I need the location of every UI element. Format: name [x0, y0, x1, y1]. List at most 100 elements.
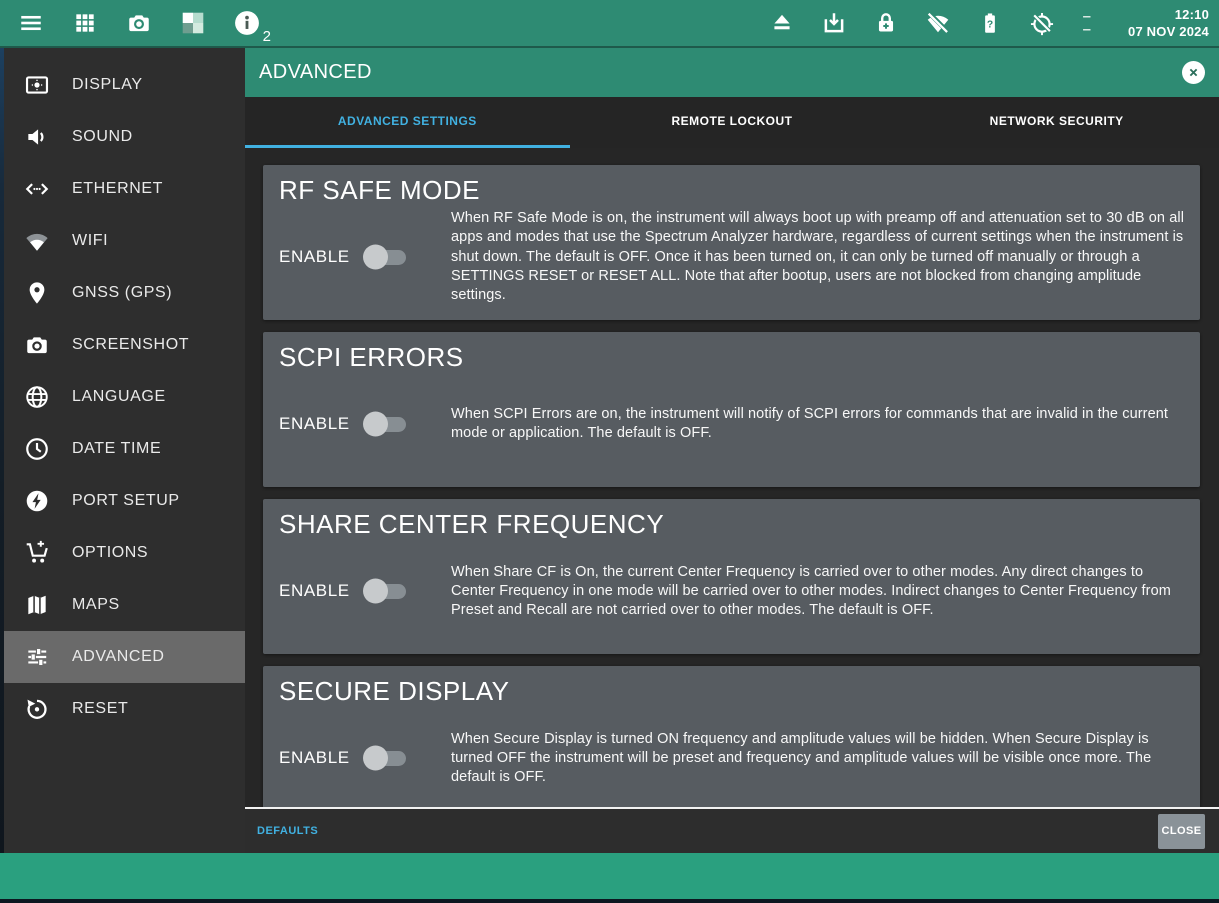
sidebar-item-label: ETHERNET — [72, 180, 163, 198]
card-title: SECURE DISPLAY — [279, 675, 1184, 707]
toggle-knob — [363, 746, 388, 771]
tab-network-security[interactable]: NETWORK SECURITY — [894, 97, 1219, 148]
sidebar-item-label: DATE TIME — [72, 440, 161, 458]
apps-grid-icon[interactable] — [72, 10, 98, 36]
settings-sidebar: DISPLAY SOUND ETHERNET WIFI GNSS (GPS) S… — [4, 48, 245, 853]
enable-row: ENABLE — [279, 581, 451, 601]
card-share-center-frequency: SHARE CENTER FREQUENCY ENABLE When Share… — [263, 499, 1200, 654]
sidebar-item-label: OPTIONS — [72, 544, 148, 562]
sidebar-item-portsetup[interactable]: PORT SETUP — [4, 475, 245, 527]
sidebar-item-options[interactable]: OPTIONS — [4, 527, 245, 579]
sidebar-item-label: SCREENSHOT — [72, 336, 189, 354]
panel-tabs: ADVANCED SETTINGS REMOTE LOCKOUT NETWORK… — [245, 97, 1219, 148]
enable-label: ENABLE — [279, 247, 350, 267]
display-brightness-icon — [24, 72, 50, 98]
wifi-off-icon[interactable] — [925, 10, 951, 36]
topbar-right-icons: ? – – 12:10 07 NOV 2024 — [769, 6, 1219, 40]
panel-title: ADVANCED — [259, 61, 372, 84]
clock-display: 12:10 07 NOV 2024 — [1119, 6, 1209, 40]
camera-icon[interactable] — [126, 10, 152, 36]
sidebar-item-label: MAPS — [72, 596, 120, 614]
advanced-panel: ADVANCED ADVANCED SETTINGS REMOTE LOCKOU… — [245, 48, 1219, 853]
save-download-icon[interactable] — [821, 10, 847, 36]
sidebar-item-label: PORT SETUP — [72, 492, 180, 510]
sidebar-item-label: GNSS (GPS) — [72, 284, 172, 302]
card-rf-safe-mode: RF SAFE MODE ENABLE When RF Safe Mode is… — [263, 165, 1200, 320]
toggle-knob — [363, 579, 388, 604]
rf-safe-mode-toggle[interactable] — [366, 250, 406, 265]
sidebar-item-datetime[interactable]: DATE TIME — [4, 423, 245, 475]
sidebar-item-label: LANGUAGE — [72, 388, 166, 406]
location-pin-icon — [24, 280, 50, 306]
card-description: When RF Safe Mode is on, the instrument … — [451, 209, 1184, 305]
eject-icon[interactable] — [769, 10, 795, 36]
timer-off-icon[interactable] — [1029, 10, 1055, 36]
close-icon — [1186, 65, 1201, 80]
speaker-icon — [24, 124, 50, 150]
main-row: DISPLAY SOUND ETHERNET WIFI GNSS (GPS) S… — [0, 48, 1219, 853]
sidebar-item-label: RESET — [72, 700, 128, 718]
info-icon[interactable]: 2 — [234, 10, 260, 36]
tab-advanced-settings[interactable]: ADVANCED SETTINGS — [245, 97, 570, 148]
menu-icon[interactable] — [18, 10, 44, 36]
scpi-errors-toggle[interactable] — [366, 417, 406, 432]
card-title: RF SAFE MODE — [279, 174, 1184, 206]
card-title: SHARE CENTER FREQUENCY — [279, 508, 1184, 540]
tab-remote-lockout[interactable]: REMOTE LOCKOUT — [570, 97, 895, 148]
status-placeholder-dashes: – – — [1081, 15, 1093, 32]
ethernet-icon — [24, 176, 50, 202]
card-body: ENABLE When Secure Display is turned ON … — [279, 710, 1184, 806]
clock-date: 07 NOV 2024 — [1119, 23, 1209, 40]
sidebar-item-ethernet[interactable]: ETHERNET — [4, 163, 245, 215]
enable-label: ENABLE — [279, 581, 350, 601]
map-icon — [24, 592, 50, 618]
card-scpi-errors: SCPI ERRORS ENABLE When SCPI Errors are … — [263, 332, 1200, 487]
panel-header: ADVANCED — [245, 48, 1219, 97]
card-description: When SCPI Errors are on, the instrument … — [451, 405, 1184, 444]
power-bolt-icon — [24, 488, 50, 514]
top-status-bar: 2 ? – – 12:10 07 NOV 2024 — [0, 0, 1219, 48]
bottom-dark-edge — [0, 899, 1219, 903]
panel-footer: DEFAULTS CLOSE — [245, 807, 1219, 853]
globe-icon — [24, 384, 50, 410]
sidebar-item-wifi[interactable]: WIFI — [4, 215, 245, 267]
sidebar-item-screenshot[interactable]: SCREENSHOT — [4, 319, 245, 371]
share-cf-toggle[interactable] — [366, 584, 406, 599]
secure-display-toggle[interactable] — [366, 751, 406, 766]
dash-top: – — [1083, 15, 1091, 19]
card-description: When Share CF is On, the current Center … — [451, 563, 1184, 621]
sidebar-item-sound[interactable]: SOUND — [4, 111, 245, 163]
enable-row: ENABLE — [279, 247, 451, 267]
enable-row: ENABLE — [279, 414, 451, 434]
panel-close-button[interactable] — [1182, 61, 1205, 84]
toggle-knob — [363, 412, 388, 437]
sidebar-item-display[interactable]: DISPLAY — [4, 59, 245, 111]
sidebar-item-reset[interactable]: RESET — [4, 683, 245, 735]
toggle-knob — [363, 245, 388, 270]
sidebar-item-gnss[interactable]: GNSS (GPS) — [4, 267, 245, 319]
card-secure-display: SECURE DISPLAY ENABLE When Secure Displa… — [263, 666, 1200, 807]
card-description: When Secure Display is turned ON frequen… — [451, 730, 1184, 788]
card-title: SCPI ERRORS — [279, 341, 1184, 373]
info-count-badge: 2 — [263, 28, 271, 45]
clock-icon — [24, 436, 50, 462]
card-body: ENABLE When SCPI Errors are on, the inst… — [279, 376, 1184, 472]
camera-icon — [24, 332, 50, 358]
bottom-green-strip — [0, 853, 1219, 899]
battery-unknown-icon[interactable]: ? — [977, 10, 1003, 36]
sidebar-item-advanced[interactable]: ADVANCED — [4, 631, 245, 683]
defaults-button[interactable]: DEFAULTS — [257, 825, 318, 837]
reset-restore-icon — [24, 696, 50, 722]
sidebar-item-label: ADVANCED — [72, 648, 165, 666]
sidebar-item-language[interactable]: LANGUAGE — [4, 371, 245, 423]
cart-plus-icon — [24, 540, 50, 566]
close-button[interactable]: CLOSE — [1158, 814, 1205, 849]
theme-squares-icon[interactable] — [180, 10, 206, 36]
enable-row: ENABLE — [279, 748, 451, 768]
tune-sliders-icon — [24, 644, 50, 670]
sidebar-item-maps[interactable]: MAPS — [4, 579, 245, 631]
wifi-icon — [24, 228, 50, 254]
clock-time: 12:10 — [1119, 6, 1209, 23]
lock-add-icon[interactable] — [873, 10, 899, 36]
sidebar-item-label: WIFI — [72, 232, 108, 250]
